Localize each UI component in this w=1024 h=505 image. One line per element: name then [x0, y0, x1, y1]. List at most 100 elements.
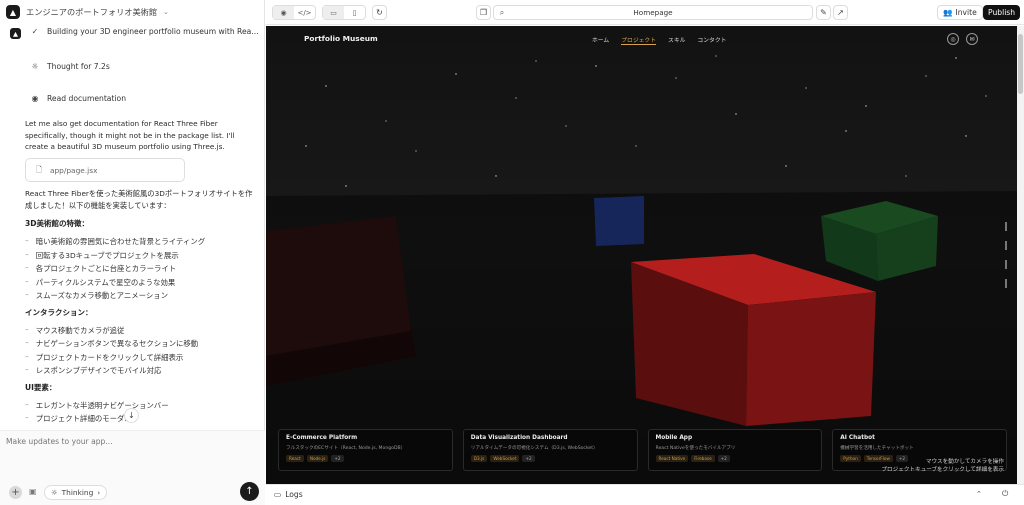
- nav-contact[interactable]: コンタクト: [697, 35, 726, 45]
- indicator-dot[interactable]: [1005, 279, 1007, 288]
- invite-button[interactable]: 👥 Invite: [937, 5, 983, 20]
- edit-icon[interactable]: ✎: [816, 5, 831, 20]
- refresh-icon[interactable]: ↻: [372, 5, 387, 20]
- step-label: Thought for 7.2s: [47, 62, 110, 71]
- logs-button[interactable]: ▭ Logs: [274, 490, 303, 499]
- nav-projects[interactable]: プロジェクト: [621, 35, 657, 45]
- project-desc: 機械学習を活用したチャットボット: [840, 446, 914, 451]
- tech-tag: TensorFlow: [863, 455, 893, 462]
- tech-tag: React Native: [655, 455, 689, 462]
- preview-viewport[interactable]: Portfolio Museum ホーム プロジェクト スキル コンタクト ◎ …: [266, 26, 1017, 484]
- list-item: – スムーズなカメラ移動とアニメーション: [25, 290, 169, 300]
- invite-label: Invite: [955, 8, 977, 17]
- mobile-icon[interactable]: ▯: [344, 6, 365, 19]
- expand-icon[interactable]: ⌃: [976, 490, 982, 498]
- more-tag: +2: [331, 455, 344, 462]
- github-icon[interactable]: ◎: [947, 33, 959, 45]
- site-brand[interactable]: Portfolio Museum: [304, 34, 378, 43]
- nav-home[interactable]: ホーム: [592, 35, 609, 45]
- project-desc: リアルタイムデータの可視化システム（D3.js, WebSocket）: [470, 446, 598, 451]
- url-bar[interactable]: ⌕ Homepage: [493, 5, 813, 20]
- send-button[interactable]: ↑: [240, 482, 259, 501]
- project-title: エンジニアのポートフォリオ美術館: [26, 7, 158, 17]
- list-item: – レスポンシブデザインでモバイル対応: [25, 365, 162, 375]
- preview-scrollbar[interactable]: [1017, 26, 1024, 484]
- step-building[interactable]: ✓ Building your 3D engineer portfolio mu…: [0, 27, 265, 36]
- site-nav: ホーム プロジェクト スキル コンタクト: [592, 35, 726, 45]
- step-thought[interactable]: ☼ Thought for 7.2s: [0, 62, 265, 71]
- app-logo-icon: ▲: [6, 5, 20, 19]
- list-item: – プロジェクト詳細のモーダル: [25, 413, 132, 423]
- project-card[interactable]: E-Commerce Platform フルスタックのECサイト（React, …: [278, 429, 453, 471]
- tech-tag: React: [286, 455, 304, 462]
- project-desc: React Nativeを使ったモバイルアプリ: [655, 446, 736, 451]
- scene-canvas[interactable]: [266, 26, 1017, 484]
- users-icon: 👥: [943, 8, 953, 17]
- tech-tag: Node.js: [306, 455, 329, 462]
- tech-tag: Python: [840, 455, 861, 462]
- scrollbar-thumb[interactable]: [1018, 34, 1023, 94]
- assistant-intro-text: Let me also get documentation for React …: [25, 119, 235, 152]
- power-icon[interactable]: ⏻: [1002, 489, 1008, 499]
- section-heading: インタラクション：: [25, 308, 93, 317]
- chat-panel: ▲ エンジニアのポートフォリオ美術館 ⌄ ▲ ✓ Building your 3…: [0, 0, 265, 505]
- file-name: app/page.jsx: [49, 165, 98, 175]
- project-card[interactable]: Data Visualization Dashboard リアルタイムデータの可…: [462, 429, 638, 471]
- file-card[interactable]: 🗋 app/page.jsx: [25, 158, 185, 182]
- file-icon: 🗋: [36, 164, 42, 174]
- bottom-bar: ▭ Logs ⌃ ⏻: [266, 484, 1024, 505]
- summary-text: React Three Fiberを使った美術館風の3Dポートフォリオサイトを作…: [25, 189, 253, 210]
- step-read-docs[interactable]: ◉ Read documentation: [0, 94, 265, 103]
- project-desc: フルスタックのECサイト（React, Node.js, MongoDB）: [286, 446, 406, 451]
- copy-icon[interactable]: ❐: [476, 5, 491, 20]
- section-heading: UI要素：: [25, 383, 57, 392]
- publish-button[interactable]: Publish: [983, 5, 1021, 20]
- message-input[interactable]: [6, 437, 256, 461]
- chat-messages: ▲ ✓ Building your 3D engineer portfolio …: [0, 24, 265, 429]
- thinking-toggle[interactable]: ☼ Thinking ›: [44, 485, 108, 500]
- scroll-down-button[interactable]: ↓: [124, 408, 139, 423]
- list-item: – パーティクルシステムで星空のような効果: [25, 277, 176, 287]
- code-icon[interactable]: </>: [294, 6, 315, 19]
- url-text: Homepage: [633, 8, 673, 17]
- tech-tag: Firebase: [691, 455, 715, 462]
- composer: + ▣ ☼ Thinking ›: [0, 430, 265, 505]
- left-cube[interactable]: [266, 216, 416, 386]
- section-indicator[interactable]: [1005, 222, 1008, 298]
- desktop-icon[interactable]: ▭: [323, 6, 344, 19]
- list-item: – マウス移動でカメラが追従: [25, 325, 125, 335]
- mail-icon[interactable]: ✉: [966, 33, 978, 45]
- search-icon: ⌕: [499, 7, 505, 17]
- external-link-icon[interactable]: ↗: [833, 5, 848, 20]
- preview-eye-icon[interactable]: ◉: [273, 6, 294, 19]
- add-attachment-button[interactable]: +: [9, 486, 22, 499]
- image-icon[interactable]: ▣: [29, 487, 37, 496]
- list-item: – ナビゲーションボタンで異なるセクションに移動: [25, 338, 199, 348]
- step-label: Building your 3D engineer portfolio muse…: [47, 27, 259, 36]
- list-item: – エレガントな半透明ナビゲーションバー: [25, 400, 169, 410]
- blue-cube[interactable]: [594, 196, 644, 246]
- indicator-dot[interactable]: [1005, 241, 1007, 250]
- step-label: Read documentation: [47, 94, 127, 103]
- tech-tag: D3.js: [470, 455, 488, 462]
- more-tag: +2: [717, 455, 730, 462]
- indicator-dot[interactable]: [1005, 222, 1007, 231]
- list-item: – プロジェクトカードをクリックして詳細表示: [25, 352, 184, 362]
- view-mode-toggle[interactable]: ◉ </>: [272, 5, 316, 20]
- indicator-dot[interactable]: [1005, 260, 1007, 269]
- logs-label: Logs: [285, 490, 303, 499]
- project-title: Data Visualization Dashboard: [470, 435, 568, 441]
- more-tag: +2: [522, 455, 535, 462]
- section-heading: 3D美術館の特徴：: [25, 219, 89, 228]
- project-card[interactable]: Mobile App React Nativeを使ったモバイルアプリ React…: [647, 429, 823, 471]
- chevron-right-icon: ›: [97, 488, 101, 497]
- check-icon: ✓: [31, 27, 39, 36]
- chevron-down-icon: ⌄: [163, 8, 169, 16]
- project-header[interactable]: ▲ エンジニアのポートフォリオ美術館 ⌄: [0, 0, 264, 24]
- project-title: AI Chatbot: [840, 435, 875, 441]
- list-item: – 各プロジェクトごとに台座とカラーライト: [25, 263, 177, 273]
- project-title: E-Commerce Platform: [286, 435, 358, 441]
- app-window: ▲ エンジニアのポートフォリオ美術館 ⌄ ▲ ✓ Building your 3…: [0, 0, 1024, 505]
- nav-skills[interactable]: スキル: [668, 35, 685, 45]
- device-toggle[interactable]: ▭ ▯: [322, 5, 366, 20]
